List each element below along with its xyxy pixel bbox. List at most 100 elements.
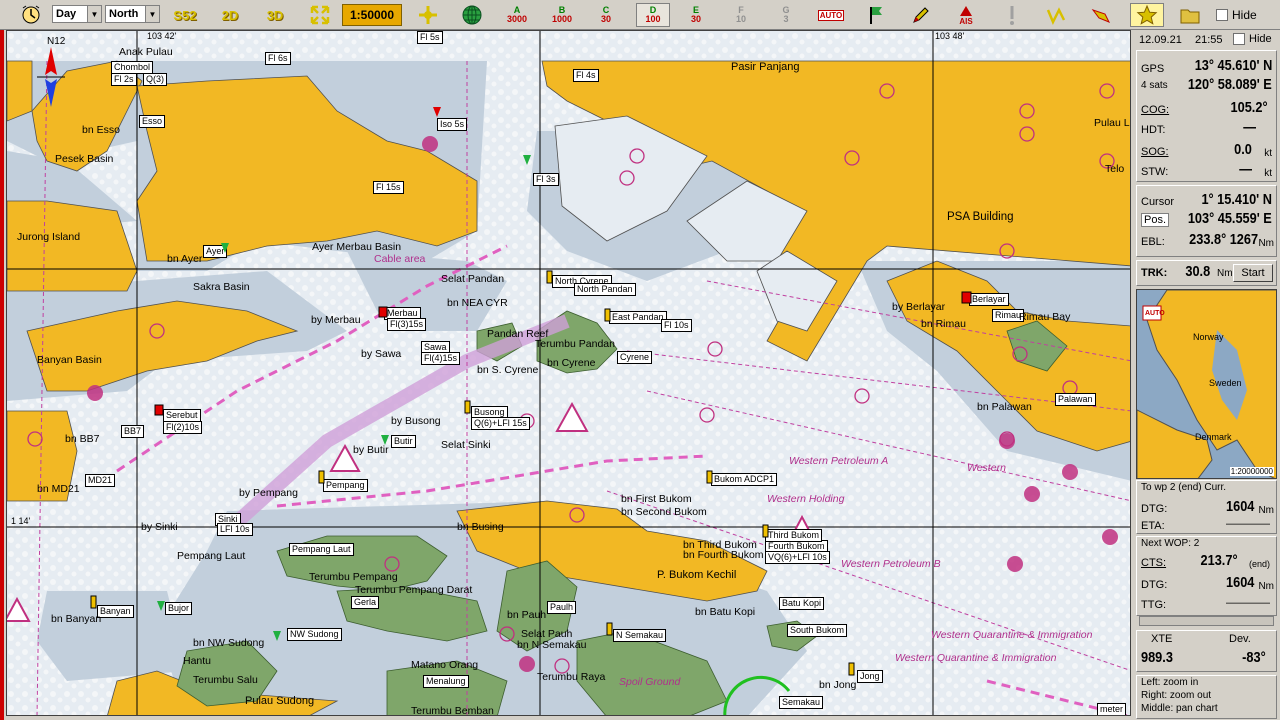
dtg-value: 1604 [1225,498,1254,515]
toolbar: Day ▼ North ▼ S52 2D 3D 1:50000 A 3000 B 100… [0,0,1280,30]
buoy-icon [90,107,972,676]
depth-c-button[interactable]: C 30 [592,3,620,27]
ship-icon[interactable] [1087,3,1115,27]
depth-f-button[interactable]: F 10 [727,3,755,27]
depth-e-button[interactable]: E 30 [682,3,710,27]
ais-label: AIS [959,16,973,26]
pencil-icon[interactable] [907,3,935,27]
nautical-chart[interactable]: 103 42' 103 48' N12 1 14' Anak Pulau Cho… [6,30,1131,716]
trk-box: TRK: 30.8 Nm Start [1136,260,1277,286]
depth-d-button[interactable]: D 100 [636,3,670,27]
depth-b-button[interactable]: B 1000 [548,3,576,27]
globe-icon[interactable] [458,3,486,27]
panel-hide-label: Hide [1249,33,1272,45]
track-icon[interactable] [1042,3,1070,27]
panel-hide-checkbox[interactable] [1233,33,1245,46]
cog-label[interactable]: COG: [1141,104,1169,116]
gps-longitude: 120° 58.089' E [1188,76,1272,93]
view-2d-button[interactable]: 2D [215,3,245,27]
next-wop-title: Next WOP: 2 [1141,538,1200,549]
cts-value: 213.7° [1200,552,1238,569]
day-mode-select[interactable]: Day ▼ [52,5,102,23]
trk-value: 30.8 [1185,263,1210,280]
eta-value: ———— [1226,518,1270,530]
auto-button[interactable]: AUTO [816,3,846,27]
fullscreen-icon[interactable] [306,3,334,27]
pos-button[interactable]: Pos. [1141,213,1170,227]
depth-g-button[interactable]: G3 [772,3,800,27]
minimap-label: Sweden [1209,378,1242,388]
route-flag-icon[interactable] [862,3,890,27]
help-right: Right: zoom out [1141,690,1212,701]
date-text: 12.09.21 [1139,34,1182,46]
next-waypoint-box: Next WOP: 2 CTS: 213.7° (end) DTG: 1604 … [1136,536,1277,616]
start-button[interactable]: Start [1233,264,1273,282]
depth-a-button[interactable]: A 3000 [503,3,531,27]
depth-f-value: 10 [735,14,746,24]
gps-latitude: 13° 45.610' N [1194,57,1272,74]
ebl-label: EBL: [1141,236,1165,248]
hide-checkbox[interactable] [1216,9,1228,21]
scale-button[interactable]: 1:50000 [342,4,402,26]
hide-toolbar-toggle[interactable]: Hide [1216,3,1276,27]
minimap-canvas [1137,290,1276,478]
dtg-unit: Nm [1258,505,1274,516]
depth-d-value: 100 [645,14,661,24]
s52-button[interactable]: S52 [170,3,200,27]
depth-a-value: 3000 [506,14,528,24]
dev-label: Dev. [1229,633,1251,645]
buoy-symbols [90,107,972,676]
cts-label[interactable]: CTS: [1141,557,1166,569]
alert-icon[interactable] [998,3,1026,27]
gps-box: GPS 4 sats 13° 45.610' N 120° 58.089' E … [1136,50,1277,182]
cursor-latitude: 1° 15.410' N [1201,191,1272,208]
minimap-label: Denmark [1195,432,1232,442]
trk-label: TRK: [1141,267,1168,279]
xte-box: XTE Dev. 989.3 -83° [1136,630,1277,672]
ais-button[interactable]: AIS [952,3,980,27]
help-middle: Middle: pan chart [1141,703,1218,714]
dtg2-unit: Nm [1258,581,1274,592]
depth-g-value: 3 [783,14,789,24]
help-left: Left: zoom in [1141,677,1199,688]
trk-unit: Nm [1217,268,1233,279]
dtg-label: DTG: [1141,503,1168,515]
clock-icon[interactable] [18,3,44,27]
cog-value: 105.2° [1230,99,1268,116]
depth-b-value: 1000 [551,14,573,24]
chevron-down-icon: ▼ [87,6,101,22]
sog-unit: kt [1264,148,1272,159]
eta-label: ETA: [1141,520,1165,532]
nav-info-panel: 12.09.21 21:55 Hide GPS 4 sats 13° 45.61… [1133,30,1280,720]
minimap-auto-label: AUTO [1145,310,1165,317]
depth-c-value: 30 [600,14,611,24]
cursor-box: Cursor 1° 15.410' N Pos. 103° 45.559' E … [1136,185,1277,257]
sog-label[interactable]: SOG: [1141,146,1169,158]
crosshair-icon[interactable] [414,3,442,27]
ttg-label: TTG: [1141,599,1167,611]
hdt-value: — [1243,119,1256,136]
xte-value: 989.3 [1141,649,1173,666]
folder-icon[interactable] [1176,3,1204,27]
to-waypoint-box: To wp 2 (end) Curr. DTG: 1604 Nm ETA: ——… [1136,480,1277,534]
overview-minimap[interactable]: AUTO Norway Sweden Denmark 1:20000000 [1136,289,1277,479]
sog-value: 0.0 [1234,141,1252,158]
hide-label: Hide [1232,7,1257,22]
star-icon[interactable] [1130,3,1164,27]
dtg2-label: DTG: [1141,579,1168,591]
stw-value: — [1239,161,1252,178]
cts-note: (end) [1248,559,1270,569]
view-3d-button[interactable]: 3D [260,3,290,27]
chevron-down-icon: ▼ [145,6,159,22]
mouse-help-box: Left: zoom in Right: zoom out Middle: pa… [1136,675,1277,719]
panel-hide-toggle[interactable]: Hide [1233,33,1272,46]
xte-label: XTE [1151,633,1173,645]
to-wp-title: To wp 2 (end) Curr. [1141,482,1227,493]
stw-label: STW: [1141,166,1169,178]
orientation-select[interactable]: North ▼ [105,5,160,23]
sats-label: 4 sats [1141,80,1168,91]
progress-track [1139,616,1274,626]
ebl-unit: Nm [1258,238,1274,249]
hdt-label: HDT: [1141,124,1166,136]
stw-unit: kt [1264,168,1272,179]
